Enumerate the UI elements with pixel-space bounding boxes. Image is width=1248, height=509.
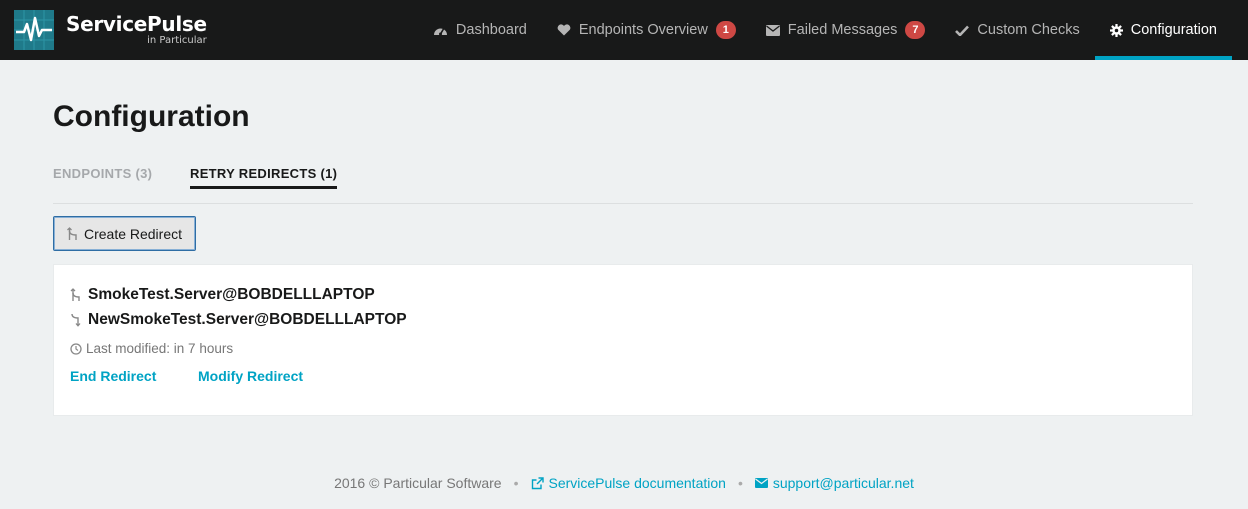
brand[interactable]: ServicePulse in Particular: [14, 10, 207, 50]
support-link-label: support@particular.net: [772, 475, 914, 491]
redirect-card: SmokeTest.Server@BOBDELLLAPTOP NewSmokeT…: [53, 264, 1193, 416]
redirect-source: SmokeTest.Server@BOBDELLLAPTOP: [88, 286, 375, 303]
redirect-destination: NewSmokeTest.Server@BOBDELLLAPTOP: [88, 311, 407, 328]
modify-redirect-link[interactable]: Modify Redirect: [198, 368, 303, 384]
docs-link[interactable]: ServicePulse documentation: [531, 475, 726, 491]
gear-icon: [1109, 23, 1123, 37]
heart-icon: [557, 24, 571, 36]
external-link-icon: [531, 476, 544, 489]
main-nav: Dashboard Endpoints Overview 1 Failed Me…: [418, 0, 1233, 60]
page-title: Configuration: [53, 100, 250, 133]
redirect-icon: [67, 226, 79, 241]
nav-label-failed-messages: Failed Messages: [787, 22, 898, 38]
config-tabs: ENDPOINTS (3) RETRY REDIRECTS (1): [53, 166, 1193, 204]
brand-subtitle: in Particular: [147, 35, 207, 46]
nav-item-configuration[interactable]: Configuration: [1094, 0, 1233, 60]
redirect-source-icon: [70, 288, 88, 302]
last-modified: Last modified: in 7 hours: [70, 341, 233, 356]
redirect-destination-row: NewSmokeTest.Server@BOBDELLLAPTOP: [70, 311, 407, 329]
envelope-icon: [765, 24, 780, 36]
footer: 2016 © Particular Software • ServicePuls…: [0, 475, 1248, 491]
tab-retry-redirects[interactable]: RETRY REDIRECTS (1): [190, 166, 338, 189]
footer-separator: •: [737, 475, 743, 491]
redirect-destination-icon: [70, 313, 88, 327]
envelope-icon: [754, 478, 768, 488]
dashboard-icon: [433, 24, 448, 36]
endpoints-badge: 1: [715, 21, 736, 39]
nav-label-dashboard: Dashboard: [455, 22, 527, 38]
footer-copyright: 2016 © Particular Software: [334, 475, 502, 491]
nav-label-custom-checks: Custom Checks: [977, 22, 1080, 38]
failed-messages-badge: 7: [905, 21, 926, 39]
create-redirect-button[interactable]: Create Redirect: [53, 216, 196, 251]
nav-item-dashboard[interactable]: Dashboard: [418, 0, 542, 60]
top-navbar: ServicePulse in Particular Dashboard End…: [0, 0, 1248, 60]
brand-title: ServicePulse: [66, 12, 207, 36]
nav-label-endpoints-overview: Endpoints Overview: [578, 22, 708, 38]
support-link[interactable]: support@particular.net: [754, 475, 914, 491]
clock-icon: [70, 342, 82, 355]
last-modified-text: Last modified: in 7 hours: [86, 341, 234, 356]
docs-link-label: ServicePulse documentation: [548, 475, 726, 491]
check-icon: [955, 25, 970, 36]
create-redirect-label: Create Redirect: [83, 225, 183, 242]
nav-label-configuration: Configuration: [1130, 22, 1217, 38]
redirect-source-row: SmokeTest.Server@BOBDELLLAPTOP: [70, 286, 375, 304]
tab-endpoints[interactable]: ENDPOINTS (3): [53, 166, 152, 186]
servicepulse-logo-icon: [14, 10, 54, 50]
nav-item-endpoints-overview[interactable]: Endpoints Overview 1: [542, 0, 751, 60]
footer-separator: •: [513, 475, 519, 491]
nav-item-custom-checks[interactable]: Custom Checks: [940, 0, 1094, 60]
end-redirect-link[interactable]: End Redirect: [70, 368, 156, 384]
nav-item-failed-messages[interactable]: Failed Messages 7: [751, 0, 941, 60]
